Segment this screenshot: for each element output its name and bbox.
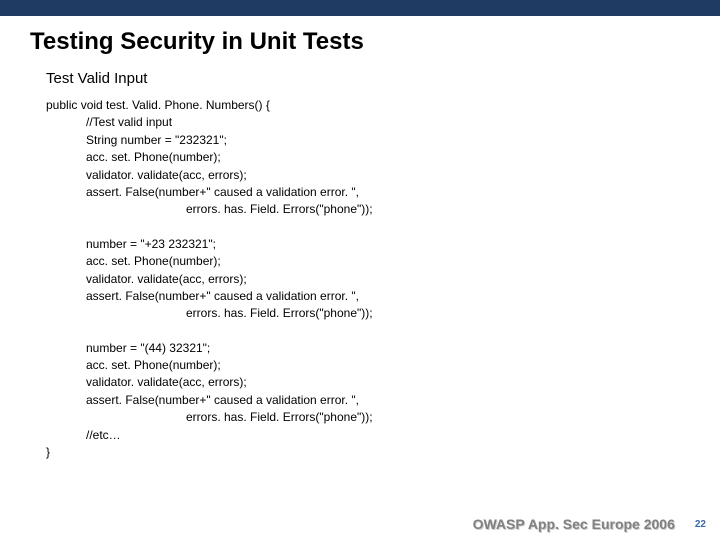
blank-line [46, 323, 720, 340]
code-line: acc. set. Phone(number); [46, 253, 720, 270]
code-line: acc. set. Phone(number); [46, 357, 720, 374]
code-line: //Test valid input [46, 114, 720, 131]
blank-line [46, 219, 720, 236]
slide-title: Testing Security in Unit Tests [0, 16, 720, 66]
footer: OWASP App. Sec Europe 2006 22 [0, 516, 720, 532]
page-number: 22 [695, 519, 706, 530]
code-line: assert. False(number+" caused a validati… [46, 288, 720, 305]
top-bar [0, 0, 720, 16]
code-line: validator. validate(acc, errors); [46, 271, 720, 288]
slide-subtitle: Test Valid Input [0, 66, 720, 97]
footer-conference: OWASP App. Sec Europe 2006 [473, 516, 675, 532]
code-line: errors. has. Field. Errors("phone")); [46, 409, 720, 426]
code-line: validator. validate(acc, errors); [46, 167, 720, 184]
code-line: acc. set. Phone(number); [46, 149, 720, 166]
code-line: assert. False(number+" caused a validati… [46, 184, 720, 201]
code-line: //etc… [46, 427, 720, 444]
code-line: number = "+23 232321"; [46, 236, 720, 253]
code-line: validator. validate(acc, errors); [46, 374, 720, 391]
code-line: String number = "232321"; [46, 132, 720, 149]
code-block: public void test. Valid. Phone. Numbers(… [0, 97, 720, 461]
code-line: errors. has. Field. Errors("phone")); [46, 201, 720, 218]
code-line: assert. False(number+" caused a validati… [46, 392, 720, 409]
code-line: number = "(44) 32321"; [46, 340, 720, 357]
code-line: public void test. Valid. Phone. Numbers(… [46, 97, 720, 114]
code-line: errors. has. Field. Errors("phone")); [46, 305, 720, 322]
code-line: } [46, 444, 720, 461]
